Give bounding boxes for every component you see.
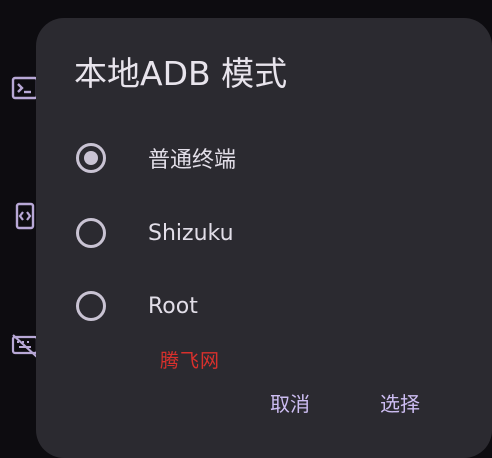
radio-selected-icon[interactable] [76, 143, 106, 173]
option-label: Shizuku [148, 220, 234, 246]
option-normal-terminal[interactable]: 普通终端 [76, 134, 456, 182]
radio-unselected-icon[interactable] [76, 291, 106, 321]
radio-unselected-icon[interactable] [76, 218, 106, 248]
option-label: Root [148, 293, 198, 319]
cancel-button[interactable]: 取消 [264, 382, 316, 422]
select-button[interactable]: 选择 [374, 382, 426, 422]
adb-mode-dialog: 本地ADB 模式 普通终端 Shizuku Root 腾飞网 取消 选择 [36, 18, 492, 458]
watermark: 腾飞网 [160, 350, 221, 372]
dialog-title: 本地ADB 模式 [74, 54, 288, 93]
option-root[interactable]: Root [76, 282, 456, 330]
option-label: 普通终端 [148, 148, 237, 173]
option-shizuku[interactable]: Shizuku [76, 209, 456, 257]
